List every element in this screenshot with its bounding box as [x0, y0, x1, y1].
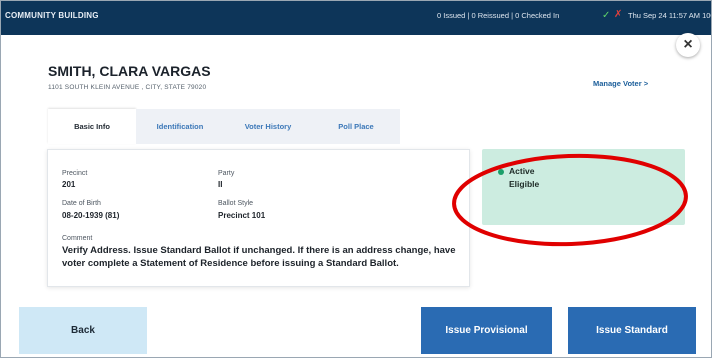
tab-basic-info[interactable]: Basic Info — [48, 109, 136, 144]
issue-standard-button[interactable]: Issue Standard — [568, 307, 696, 354]
voter-status-card: Active Eligible — [482, 149, 685, 225]
comment-text: Verify Address. Issue Standard Ballot if… — [62, 245, 456, 269]
basic-info-panel: Precinct 201 Party II Date of Birth 08-2… — [47, 149, 470, 287]
voter-address: 1101 SOUTH KLEIN AVENUE , CITY, STATE 79… — [48, 84, 207, 91]
party-label: Party — [218, 170, 235, 177]
back-button[interactable]: Back — [19, 307, 147, 354]
status-dot-icon — [498, 169, 504, 175]
tab-voter-history[interactable]: Voter History — [224, 109, 312, 144]
tab-identification[interactable]: Identification — [136, 109, 224, 144]
tab-poll-place[interactable]: Poll Place — [312, 109, 400, 144]
ballot-style-value: Precinct 101 — [218, 211, 266, 220]
dob-value: 08-20-1939 (81) — [62, 211, 120, 220]
precinct-label: Precinct — [62, 170, 88, 177]
manage-voter-link[interactable]: Manage Voter > — [593, 79, 648, 88]
ballot-style-label: Ballot Style — [218, 200, 254, 207]
party-value: II — [218, 180, 223, 189]
comment-label: Comment — [62, 235, 93, 242]
precinct-value: 201 — [62, 180, 76, 189]
top-status-bar: COMMUNITY BUILDING 0 Issued | 0 Reissued… — [1, 1, 712, 35]
status-eligible: Eligible — [509, 179, 540, 189]
issue-provisional-button[interactable]: Issue Provisional — [421, 307, 552, 354]
voter-name: SMITH, CLARA VARGAS — [48, 63, 211, 79]
close-icon[interactable]: × — [676, 33, 700, 57]
dob-label: Date of Birth — [62, 200, 101, 207]
voter-tabs: Basic Info Identification Voter History … — [48, 109, 400, 144]
status-active: Active — [509, 166, 535, 176]
date-time-battery: Thu Sep 24 11:57 AM 100% — [628, 11, 712, 20]
check-icon: ✓ — [602, 10, 611, 21]
ballot-counts: 0 Issued | 0 Reissued | 0 Checked In — [437, 11, 560, 20]
location-name: COMMUNITY BUILDING — [5, 11, 99, 20]
app-window: COMMUNITY BUILDING 0 Issued | 0 Reissued… — [0, 0, 712, 358]
warning-icon: ✗ — [614, 9, 623, 20]
